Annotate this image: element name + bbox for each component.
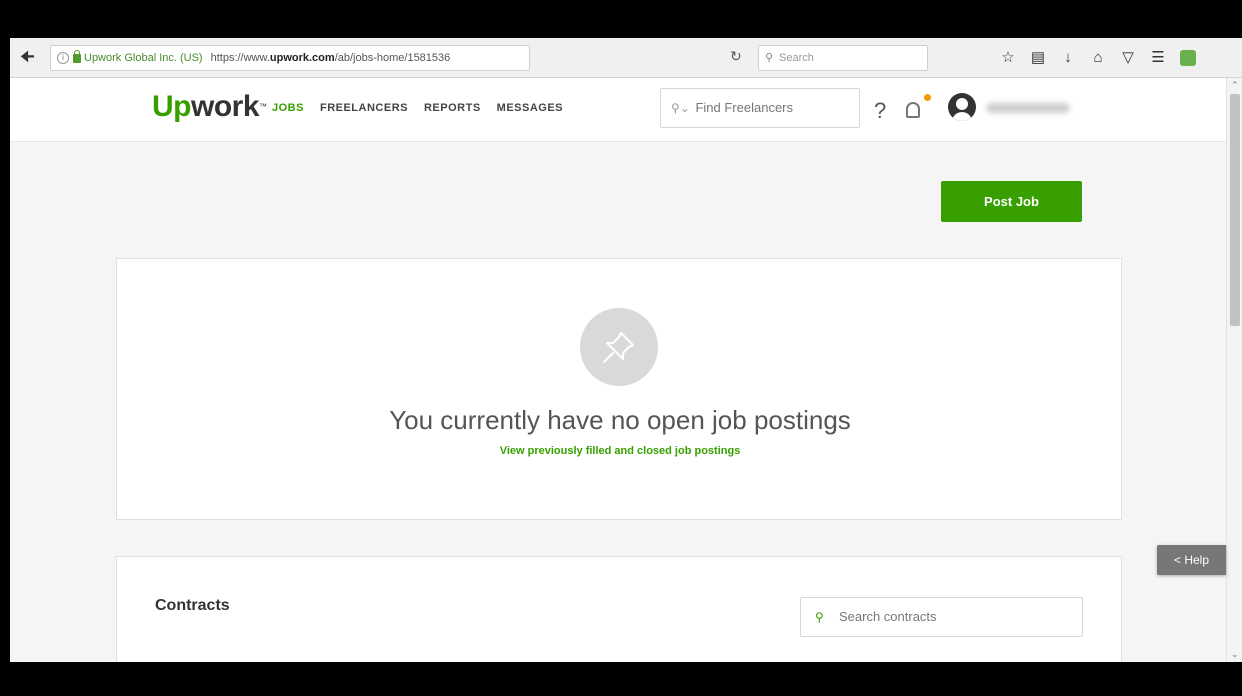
nav-freelancers[interactable]: FREELANCERS xyxy=(320,102,408,114)
search-contracts-input[interactable]: ⚲ Search contracts xyxy=(800,597,1083,637)
logo-trademark: ™ xyxy=(259,102,267,111)
reload-icon[interactable]: ↻ xyxy=(730,48,742,65)
username-blurred[interactable] xyxy=(986,103,1070,113)
home-icon[interactable]: ⌂ xyxy=(1090,49,1106,67)
browser-search-placeholder: Search xyxy=(779,52,814,64)
extension-icon[interactable] xyxy=(1180,50,1196,66)
url-prefix: https://www. xyxy=(210,52,270,64)
info-icon[interactable]: i xyxy=(57,52,69,65)
main-nav: JOBS FREELANCERS REPORTS MESSAGES xyxy=(272,102,563,114)
find-freelancers-placeholder: Find Freelancers xyxy=(695,100,794,115)
nav-messages[interactable]: MESSAGES xyxy=(497,102,563,114)
contracts-card: Contracts ⚲ Search contracts xyxy=(116,556,1122,662)
back-arrow-icon[interactable]: 🠈 xyxy=(20,48,42,68)
notification-bell-icon[interactable] xyxy=(906,102,920,118)
nav-reports[interactable]: REPORTS xyxy=(424,102,481,114)
logo-work: work xyxy=(191,90,260,123)
scroll-down-icon[interactable]: ⌄ xyxy=(1231,649,1239,660)
address-bar[interactable]: i Upwork Global Inc. (US) https://www.upwo… xyxy=(50,45,530,71)
search-icon: ⚲ xyxy=(815,610,824,624)
find-freelancers-input[interactable]: ⚲⌄ Find Freelancers xyxy=(660,88,860,128)
clipboard-icon[interactable]: ▤ xyxy=(1030,49,1046,67)
search-contracts-placeholder: Search contracts xyxy=(839,609,937,624)
page-scrollbar[interactable]: ⌃ ⌄ xyxy=(1226,78,1242,662)
scroll-up-icon[interactable]: ⌃ xyxy=(1231,80,1239,91)
menu-icon[interactable]: ☰ xyxy=(1150,49,1166,67)
url-domain: upwork.com xyxy=(269,52,335,64)
download-icon[interactable]: ↓ xyxy=(1060,49,1076,67)
search-icon: ⚲ xyxy=(765,52,774,64)
pushpin-icon xyxy=(580,308,658,386)
avatar-head xyxy=(956,98,968,110)
scroll-thumb[interactable] xyxy=(1230,94,1240,326)
star-icon[interactable]: ☆ xyxy=(1000,49,1016,67)
post-job-button[interactable]: Post Job xyxy=(941,181,1082,222)
browser-window: 🠈 i Upwork Global Inc. (US) https://www.up… xyxy=(10,38,1242,662)
help-tab-button[interactable]: < Help xyxy=(1157,545,1226,575)
upwork-logo[interactable]: Upwork™ xyxy=(152,92,267,122)
site-identity: Upwork Global Inc. (US) xyxy=(84,52,203,64)
lock-icon xyxy=(73,49,81,63)
search-dropdown-icon[interactable]: ⚲⌄ xyxy=(671,101,690,115)
logo-up: Up xyxy=(152,90,192,123)
view-closed-postings-link[interactable]: View previously filled and closed job po… xyxy=(117,445,1123,457)
site-header: Upwork™ JOBS FREELANCERS REPORTS MESSAGE… xyxy=(10,78,1226,142)
notification-dot xyxy=(924,94,931,101)
pocket-icon[interactable]: ▽ xyxy=(1120,49,1136,67)
url-text: https://www.upwork.com/ab/jobs-home/1581… xyxy=(211,52,451,64)
contracts-heading: Contracts xyxy=(155,597,230,614)
avatar[interactable] xyxy=(948,93,976,121)
browser-search-input[interactable]: ⚲ Search xyxy=(758,45,928,71)
help-icon[interactable]: ? xyxy=(874,98,886,124)
url-path: /ab/jobs-home/1581536 xyxy=(334,52,451,64)
empty-state-title: You currently have no open job postings xyxy=(389,405,851,435)
toolbar-icons: ☆ ▤ ↓ ⌂ ▽ ☰ xyxy=(1000,47,1196,69)
nav-jobs[interactable]: JOBS xyxy=(272,102,304,114)
job-postings-card: You currently have no open job postings … xyxy=(116,258,1122,520)
avatar-body xyxy=(952,112,972,121)
video-frame: 🠈 i Upwork Global Inc. (US) https://www.up… xyxy=(0,0,1242,696)
browser-toolbar: 🠈 i Upwork Global Inc. (US) https://www.up… xyxy=(10,38,1242,78)
